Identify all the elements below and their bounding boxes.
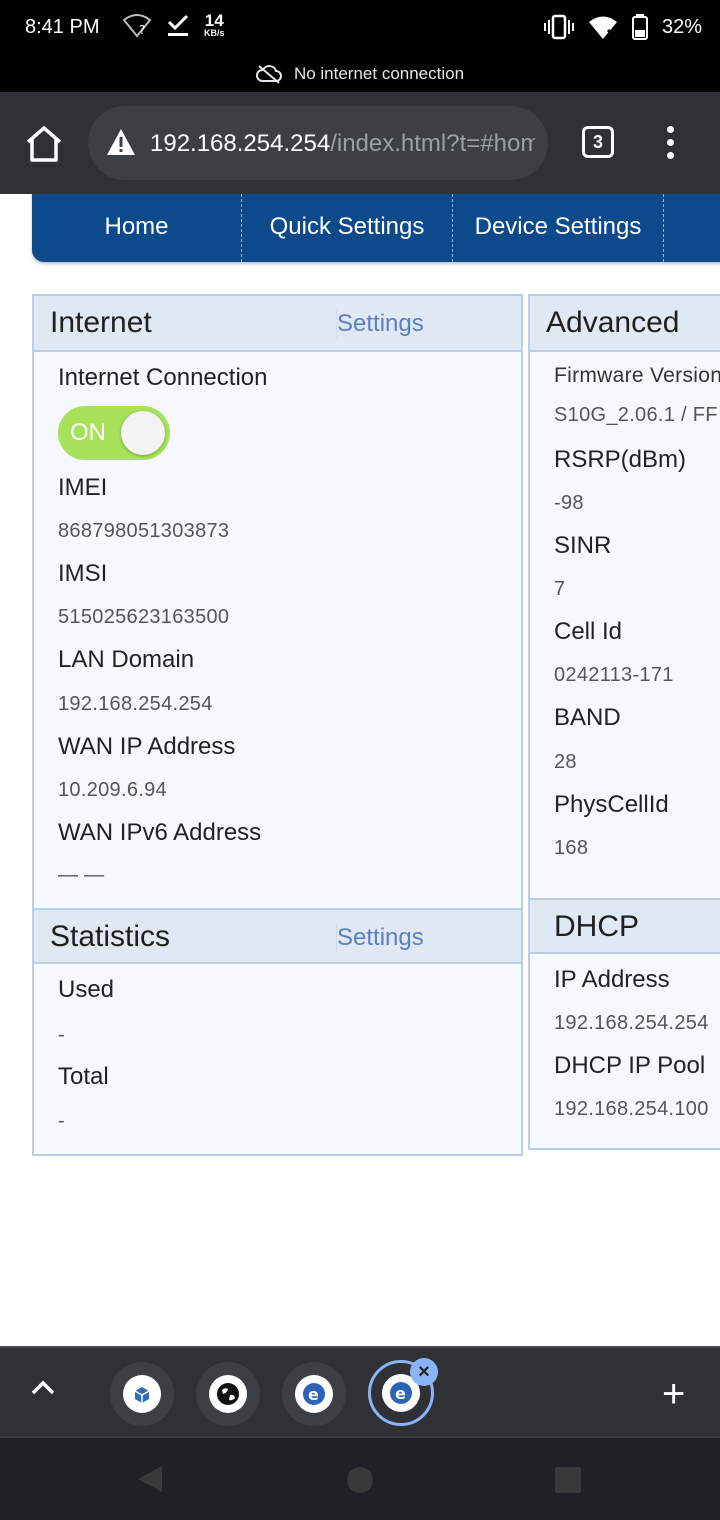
home-circle-icon[interactable] [346,1466,374,1494]
phys-cell-id-value: 168 [554,837,589,859]
sinr-label: SINR [554,532,612,559]
wan-ipv6-value: — — [58,864,105,886]
tab-thumbnail-3[interactable]: e [282,1362,346,1426]
band-label: BAND [554,704,621,731]
svg-text:?: ? [139,23,145,37]
advanced-title: Advanced [546,306,680,339]
offline-text: No internet connection [293,64,465,83]
statistics-header: Statistics Settings [34,908,521,964]
phys-cell-id-label: PhysCellId [554,791,669,818]
wifi-question-icon: ? [122,14,152,38]
browser-toolbar: 192.168.254.254/index.html?t=#home 3 [0,92,720,194]
nav-device-settings[interactable]: Device Settings [453,194,664,262]
recents-icon[interactable] [554,1466,582,1494]
internet-title: Internet [50,306,152,339]
tab-thumbnail-1[interactable] [110,1362,174,1426]
system-nav-bar [0,1436,720,1520]
nav-home[interactable]: Home [32,194,242,262]
imsi-value: 515025623163500 [58,606,230,628]
tab-strip: e e × + [0,1346,720,1436]
web-page: Home Quick Settings Device Settings Inte… [0,194,720,1346]
statistics-settings-link[interactable]: Settings [336,924,424,952]
tab-thumbnail-2[interactable] [196,1362,260,1426]
globe-icon [209,1375,247,1413]
top-nav: Home Quick Settings Device Settings [32,194,720,262]
tab-switcher-button[interactable]: 3 [582,126,614,158]
imsi-label: IMSI [58,560,108,587]
more-vert-icon[interactable] [660,126,680,166]
dhcp-header: DHCP [530,898,720,954]
sinr-value: 7 [554,578,566,600]
url-text[interactable]: 192.168.254.254/index.html?t=#home [150,130,535,158]
band-value: 28 [554,751,577,773]
wifi-off-icon [588,16,617,39]
imei-label: IMEI [58,474,108,501]
used-label: Used [58,976,115,1003]
lan-domain-label: LAN Domain [58,646,195,673]
nav-quick-settings[interactable]: Quick Settings [242,194,453,262]
status-time: 8:41 PM [25,16,100,38]
battery-percent: 32% [661,15,702,38]
statistics-title: Statistics [50,920,171,953]
svg-text:e: e [308,1385,319,1404]
lan-domain-value: 192.168.254.254 [58,693,213,715]
vibrate-icon [543,14,574,40]
internet-connection-label: Internet Connection [58,364,268,391]
site-favicon-icon [123,1375,161,1413]
cloud-off-icon [255,65,282,84]
home-icon[interactable] [22,122,66,166]
internet-connection-toggle[interactable]: ON [58,406,170,460]
cell-id-label: Cell Id [554,618,623,645]
rsrp-value: -98 [554,492,584,514]
svg-text:e: e [395,1384,406,1403]
network-speed: 14 KB/s [204,11,225,38]
firmware-label: Firmware Version [554,364,720,387]
total-label: Total [58,1063,109,1090]
battery-icon [631,14,648,40]
advanced-panel: Advanced Firmware Version S10G_2.06.1 / … [528,294,720,1150]
internet-settings-link[interactable]: Settings [336,310,424,338]
plus-icon[interactable]: + [662,1374,685,1414]
ip-address-label: IP Address [554,966,670,993]
download-done-icon [167,14,189,36]
wan-ip-label: WAN IP Address [58,733,236,760]
dhcp-pool-value: 192.168.254.100 [554,1098,709,1120]
offline-banner: No internet connection [0,56,720,92]
total-value: - [58,1110,65,1132]
imei-value: 868798051303873 [58,520,230,542]
close-icon[interactable]: × [410,1358,438,1386]
dhcp-pool-label: DHCP IP Pool [554,1052,706,1079]
dhcp-title: DHCP [554,910,640,943]
cell-id-value: 0242113-171 [554,664,674,686]
used-value: - [58,1024,65,1046]
address-bar[interactable]: 192.168.254.254/index.html?t=#home [88,106,548,180]
firmware-value: S10G_2.06.1 / FF [554,404,718,426]
back-icon[interactable] [136,1464,164,1494]
internet-panel: Internet Settings Internet Connection ON… [32,294,523,1156]
wan-ip-value: 10.209.6.94 [58,779,167,801]
globe-e-icon: e [295,1375,333,1413]
warning-icon[interactable] [106,128,136,156]
chevron-up-icon[interactable] [30,1378,56,1396]
ip-address-value: 192.168.254.254 [554,1012,709,1034]
rsrp-label: RSRP(dBm) [554,446,687,473]
status-bar: 8:41 PM ? 14 KB/s 32% [0,0,720,56]
wan-ipv6-label: WAN IPv6 Address [58,819,262,846]
